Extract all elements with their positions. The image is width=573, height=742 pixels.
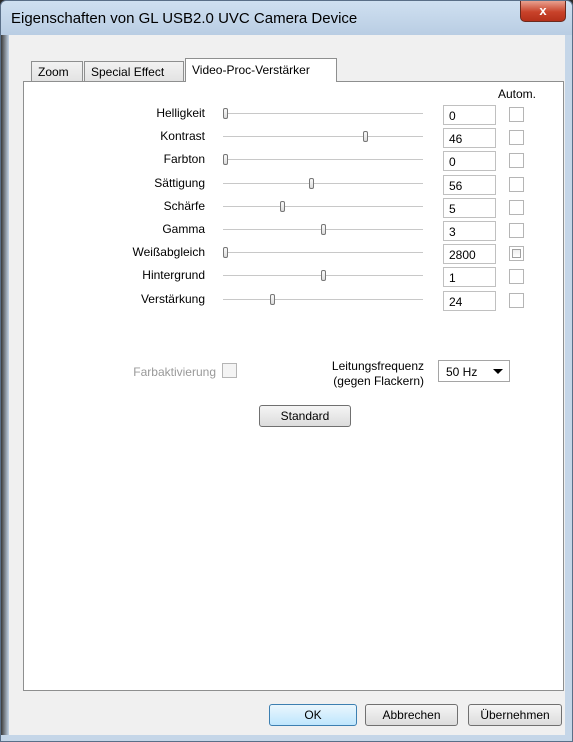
slider-value: 5 bbox=[443, 198, 496, 218]
slider-track[interactable] bbox=[223, 183, 423, 185]
slider-value: 24 bbox=[443, 291, 496, 311]
slider-track[interactable] bbox=[223, 159, 423, 161]
slider-label: Hintergrund bbox=[142, 268, 205, 282]
close-icon: x bbox=[539, 3, 547, 18]
slider-label: Gamma bbox=[162, 222, 205, 236]
slider-value: 0 bbox=[443, 151, 496, 171]
autom-header: Autom. bbox=[498, 87, 537, 101]
apply-button[interactable]: Übernehmen bbox=[468, 704, 562, 726]
farbaktivierung-checkbox[interactable] bbox=[222, 363, 237, 378]
auto-checkbox[interactable] bbox=[509, 153, 524, 168]
slider-thumb[interactable] bbox=[363, 131, 368, 142]
slider-thumb[interactable] bbox=[270, 294, 275, 305]
properties-window: Eigenschaften von GL USB2.0 UVC Camera D… bbox=[0, 0, 573, 742]
frequency-value: 50 Hz bbox=[446, 365, 478, 379]
leitungsfrequenz-sublabel: (gegen Flackern) bbox=[333, 374, 424, 388]
slider-track[interactable] bbox=[223, 136, 423, 138]
auto-checkbox[interactable] bbox=[509, 130, 524, 145]
slider-value: 46 bbox=[443, 128, 496, 148]
slider-value: 56 bbox=[443, 175, 496, 195]
close-button[interactable]: x bbox=[520, 1, 566, 22]
slider-label: Verstärkung bbox=[140, 292, 205, 306]
auto-checkbox[interactable] bbox=[509, 223, 524, 238]
slider-thumb[interactable] bbox=[223, 108, 228, 119]
slider-value: 0 bbox=[443, 105, 496, 125]
tab-panel: Autom. Helligkeit 0 Kontrast 46 Farbton 0 Sätt… bbox=[23, 81, 564, 691]
farbaktivierung-label: Farbaktivierung bbox=[133, 365, 216, 379]
slider-thumb[interactable] bbox=[223, 247, 228, 258]
window-title: Eigenschaften von GL USB2.0 UVC Camera D… bbox=[11, 10, 358, 27]
slider-track[interactable] bbox=[223, 206, 423, 208]
slider-label: Schärfe bbox=[163, 199, 205, 213]
auto-checkbox[interactable] bbox=[509, 293, 524, 308]
slider-label: Farbton bbox=[163, 152, 205, 166]
tab-zoom[interactable]: Zoom bbox=[31, 61, 83, 81]
slider-thumb[interactable] bbox=[280, 201, 285, 212]
slider-thumb[interactable] bbox=[321, 270, 326, 281]
leitungsfrequenz-label: Leitungsfrequenz bbox=[331, 359, 424, 373]
slider-track[interactable] bbox=[223, 299, 423, 301]
slider-label: Weißabgleich bbox=[132, 245, 205, 259]
auto-checkbox[interactable] bbox=[509, 177, 524, 192]
auto-checkbox[interactable] bbox=[509, 269, 524, 284]
slider-thumb[interactable] bbox=[321, 224, 326, 235]
cancel-button[interactable]: Abbrechen bbox=[365, 704, 458, 726]
tab-special-effect[interactable]: Special Effect bbox=[84, 61, 184, 81]
slider-value: 1 bbox=[443, 267, 496, 287]
auto-checkbox[interactable] bbox=[509, 107, 524, 122]
ok-button[interactable]: OK bbox=[269, 704, 357, 726]
auto-checkbox[interactable] bbox=[509, 200, 524, 215]
slider-thumb[interactable] bbox=[223, 154, 228, 165]
slider-label: Helligkeit bbox=[156, 106, 205, 120]
frequency-select[interactable]: 50 Hz bbox=[438, 360, 510, 382]
auto-checkbox[interactable] bbox=[509, 246, 524, 261]
slider-value: 2800 bbox=[443, 244, 496, 264]
slider-track[interactable] bbox=[223, 113, 423, 115]
slider-label: Sättigung bbox=[154, 176, 205, 190]
slider-thumb[interactable] bbox=[309, 178, 314, 189]
slider-label: Kontrast bbox=[160, 129, 205, 143]
slider-value: 3 bbox=[443, 221, 496, 241]
chevron-down-icon bbox=[493, 369, 503, 374]
window-frame-edge bbox=[1, 35, 9, 735]
tab-video-proc[interactable]: Video-Proc-Verstärker bbox=[185, 58, 337, 82]
standard-button[interactable]: Standard bbox=[259, 405, 351, 427]
slider-track[interactable] bbox=[223, 252, 423, 254]
title-bar[interactable]: Eigenschaften von GL USB2.0 UVC Camera D… bbox=[1, 1, 572, 35]
